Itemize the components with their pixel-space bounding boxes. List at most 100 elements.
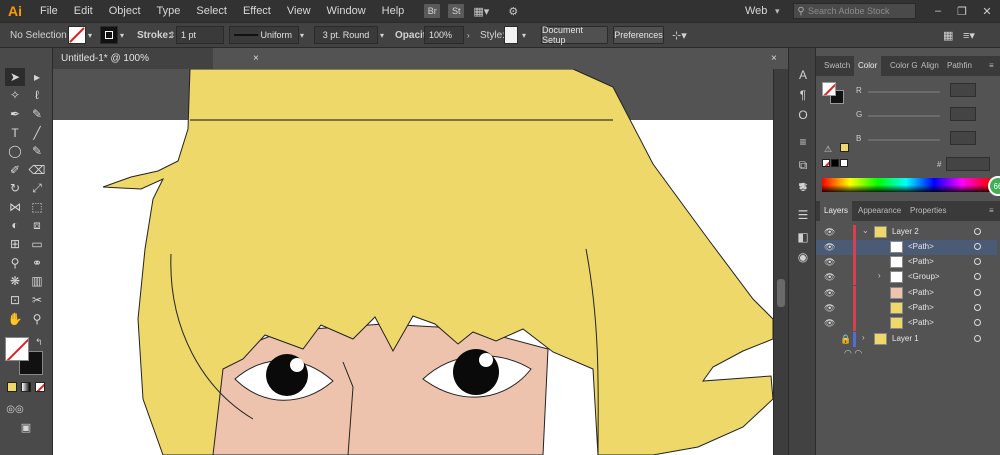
- direct-selection-tool-icon[interactable]: ▸: [27, 68, 47, 86]
- type-tool-icon[interactable]: T: [5, 124, 25, 142]
- brush-select[interactable]: 3 pt. Round: [314, 26, 378, 44]
- slice-tool-icon[interactable]: ✂: [27, 291, 47, 309]
- b-slider[interactable]: [868, 139, 940, 141]
- stroke-label[interactable]: Stroke:: [137, 27, 171, 43]
- close-window-button[interactable]: ✕: [975, 0, 999, 22]
- last-color-swatch[interactable]: [840, 143, 849, 152]
- black-swatch[interactable]: [831, 159, 839, 167]
- fill-color-box[interactable]: [822, 82, 836, 96]
- g-value-field[interactable]: [950, 107, 976, 121]
- target-circle-icon[interactable]: [974, 335, 981, 342]
- path-name[interactable]: <Path>: [908, 257, 934, 266]
- color-fill-stroke[interactable]: [822, 82, 846, 106]
- target-circle-icon[interactable]: [974, 258, 981, 265]
- transform-icon[interactable]: ▦: [943, 27, 953, 43]
- lock-icon[interactable]: 🔒: [840, 334, 851, 345]
- stock-search-input[interactable]: ⚲ Search Adobe Stock: [793, 3, 916, 19]
- tab-swatches[interactable]: Swatch: [820, 56, 854, 76]
- swap-colors-icon[interactable]: ↰: [35, 337, 43, 348]
- group-name[interactable]: <Group>: [908, 272, 940, 281]
- b-value-field[interactable]: [950, 131, 976, 145]
- eyedropper-icon[interactable]: ⚲: [5, 254, 25, 272]
- r-slider[interactable]: [868, 91, 940, 93]
- canvas[interactable]: [53, 69, 773, 455]
- stock-button[interactable]: St: [448, 4, 465, 18]
- out-of-gamut-icon[interactable]: ⚠: [824, 144, 832, 155]
- layer-row-path[interactable]: 👁 <Path>: [816, 240, 997, 255]
- color-mode-swatch[interactable]: [7, 382, 17, 392]
- visibility-eye-icon[interactable]: 👁: [824, 242, 835, 253]
- chevron-down-icon[interactable]: ▾: [300, 27, 304, 43]
- tab-properties[interactable]: Properties: [906, 201, 950, 221]
- magic-wand-icon[interactable]: ✧: [5, 86, 25, 104]
- draw-mode-icon[interactable]: ◎◎: [5, 400, 25, 418]
- target-circle-icon[interactable]: [974, 228, 981, 235]
- menu-effect[interactable]: Effect: [235, 0, 279, 22]
- stroke-weight-field[interactable]: 1 pt: [176, 26, 224, 44]
- bridge-button[interactable]: Br: [424, 4, 441, 18]
- minimize-button[interactable]: –: [926, 0, 950, 22]
- tab-appearance[interactable]: Appearance: [854, 201, 905, 221]
- visibility-eye-icon[interactable]: 👁: [824, 303, 835, 314]
- transparency-panel-icon[interactable]: ◧: [793, 228, 813, 246]
- layer-row-path[interactable]: 👁 <Path>: [816, 255, 997, 270]
- visibility-eye-icon[interactable]: 👁: [824, 257, 835, 268]
- menu-window[interactable]: Window: [319, 0, 374, 22]
- target-circle-icon[interactable]: [974, 273, 981, 280]
- curvature-tool-icon[interactable]: ✎: [27, 105, 47, 123]
- tab-align[interactable]: Align: [917, 56, 943, 76]
- tab-layers[interactable]: Layers: [820, 201, 853, 221]
- preferences-button[interactable]: Preferences: [613, 26, 664, 44]
- gpu-performance-icon[interactable]: ⚙: [504, 4, 522, 18]
- fill-stroke-widget[interactable]: ↰: [5, 337, 45, 377]
- path-name[interactable]: <Path>: [908, 303, 934, 312]
- symbol-sprayer-icon[interactable]: ❋: [5, 272, 25, 290]
- tab-pathfinder[interactable]: Pathfin: [943, 56, 976, 76]
- mesh-tool-icon[interactable]: ⊞: [5, 235, 25, 253]
- width-tool-icon[interactable]: ⋈: [5, 198, 25, 216]
- perspective-grid-icon[interactable]: ⧈: [27, 216, 47, 234]
- clubs-symbol-icon[interactable]: ♣: [793, 178, 813, 196]
- pen-tool-icon[interactable]: ✒: [5, 105, 25, 123]
- notification-badge[interactable]: 66: [988, 176, 1000, 196]
- layer-row-path[interactable]: 👁 <Path>: [816, 316, 997, 331]
- panel-menu-icon[interactable]: ≡: [985, 201, 998, 221]
- blend-tool-icon[interactable]: ⚭: [27, 254, 47, 272]
- close-icon[interactable]: ×: [771, 48, 777, 69]
- chevron-down-icon[interactable]: ▾: [120, 27, 124, 43]
- layer-row-layer-1[interactable]: 🔒 › Layer 1: [816, 332, 997, 347]
- vertical-scrollbar[interactable]: [773, 69, 788, 455]
- lasso-icon[interactable]: ℓ: [27, 86, 47, 104]
- menu-help[interactable]: Help: [374, 0, 413, 22]
- visibility-eye-icon[interactable]: 👁: [824, 318, 835, 329]
- scrollbar-thumb[interactable]: [777, 279, 785, 307]
- stepper-icon[interactable]: ⇕: [168, 27, 176, 43]
- character-panel-icon[interactable]: A: [793, 66, 813, 84]
- close-icon[interactable]: ×: [253, 48, 259, 69]
- r-value-field[interactable]: [950, 83, 976, 97]
- gradient-tool-icon[interactable]: ▭: [27, 235, 47, 253]
- chevron-right-icon[interactable]: ›: [878, 271, 881, 280]
- appearance-panel-icon[interactable]: ◉: [793, 248, 813, 266]
- maximize-button[interactable]: ❐: [950, 0, 974, 22]
- none-mode-swatch[interactable]: [35, 382, 45, 392]
- fill-swatch[interactable]: [68, 26, 86, 44]
- menu-object[interactable]: Object: [101, 0, 149, 22]
- align-options-icon[interactable]: ⊹▾: [672, 27, 687, 43]
- fill-color-box[interactable]: [5, 337, 29, 361]
- paragraph-panel-icon[interactable]: ¶: [793, 86, 813, 104]
- paintbrush-icon[interactable]: ✎: [27, 142, 47, 160]
- target-circle-icon[interactable]: [974, 319, 981, 326]
- target-circle-icon[interactable]: [974, 243, 981, 250]
- menu-type[interactable]: Type: [149, 0, 189, 22]
- chevron-right-icon[interactable]: ›: [467, 27, 470, 43]
- shape-builder-icon[interactable]: ◐: [5, 216, 25, 234]
- target-circle-icon[interactable]: [974, 304, 981, 311]
- layer-row-path[interactable]: 👁 <Path>: [816, 286, 997, 301]
- ellipse-tool-icon[interactable]: ◯: [5, 142, 25, 160]
- visibility-eye-icon[interactable]: 👁: [824, 227, 835, 238]
- g-slider[interactable]: [868, 115, 940, 117]
- path-name[interactable]: <Path>: [908, 318, 934, 327]
- stroke-profile-select[interactable]: Uniform: [229, 26, 299, 44]
- layer-name[interactable]: Layer 2: [892, 227, 919, 236]
